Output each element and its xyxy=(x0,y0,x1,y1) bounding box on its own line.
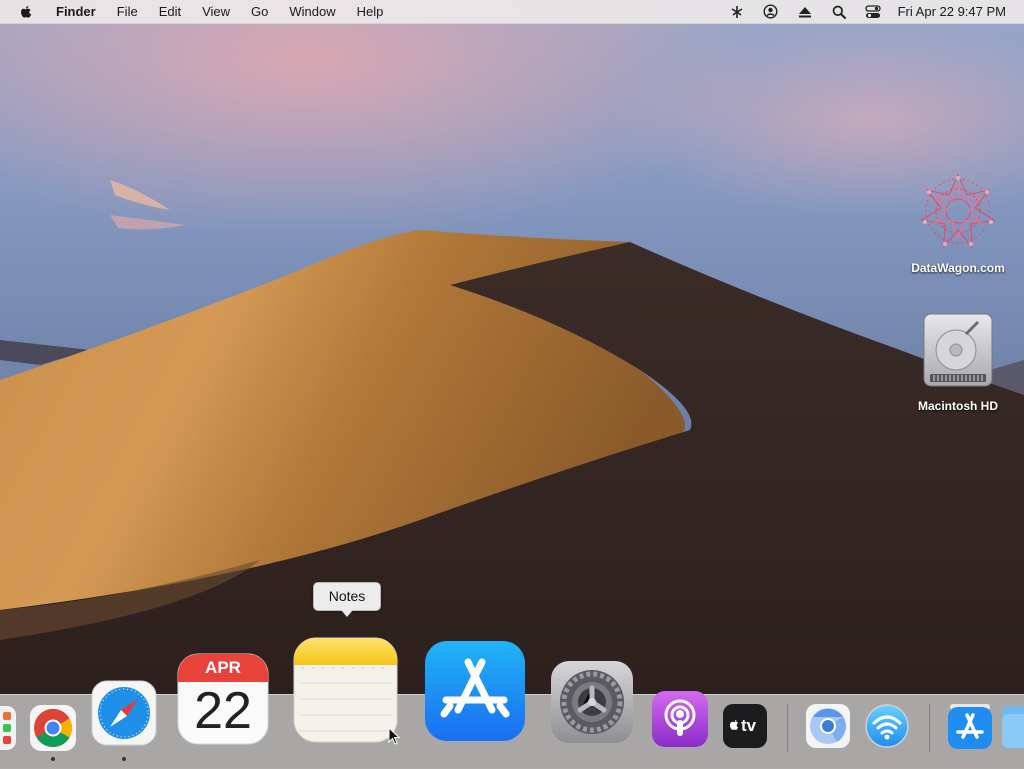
dock-app-calendar[interactable]: APR 22 xyxy=(177,653,269,750)
dock-app-podcasts[interactable] xyxy=(651,690,709,753)
system-preferences-icon xyxy=(551,661,633,743)
launchpad-icon xyxy=(0,706,16,750)
folder-icon xyxy=(1002,706,1024,748)
running-indicator xyxy=(51,757,55,761)
desktop-item-label: Macintosh HD xyxy=(917,399,998,413)
dock-app-chromium[interactable] xyxy=(805,703,851,754)
app-store-icon xyxy=(948,704,992,749)
dock-app-chrome[interactable] xyxy=(29,704,77,757)
dock-app-apple-tv[interactable]: tv xyxy=(722,703,768,754)
dock-app-wireless-diagnostics[interactable] xyxy=(864,703,910,754)
dock-app-safari[interactable] xyxy=(91,680,157,751)
menu-help[interactable]: Help xyxy=(346,0,394,23)
menu-window[interactable]: Window xyxy=(279,0,346,23)
search-icon[interactable] xyxy=(831,4,847,20)
apple-menu-icon[interactable] xyxy=(18,4,34,20)
hard-drive-icon xyxy=(923,313,993,387)
menu-clock[interactable]: Fri Apr 22 9:47 PM xyxy=(898,4,1006,19)
safari-icon xyxy=(91,680,157,746)
dock-tooltip: Notes xyxy=(313,582,381,617)
dock-app-launchpad[interactable] xyxy=(0,706,18,755)
datawagon-icon xyxy=(920,173,996,249)
notes-icon xyxy=(293,637,398,743)
desktop-item-macintosh-hd[interactable]: Macintosh HD xyxy=(903,312,1013,413)
network-icon[interactable] xyxy=(729,4,745,20)
eject-icon[interactable] xyxy=(797,4,813,20)
menu-go[interactable]: Go xyxy=(241,0,279,23)
user-icon[interactable] xyxy=(763,4,779,20)
menu-file[interactable]: File xyxy=(106,0,148,23)
menu-edit[interactable]: Edit xyxy=(148,0,191,23)
control-center-icon[interactable] xyxy=(864,4,881,20)
mouse-cursor-icon xyxy=(388,727,400,745)
apple-tv-label: tv xyxy=(741,716,757,735)
podcasts-icon xyxy=(652,691,708,747)
dock-app-app-store[interactable] xyxy=(424,640,526,747)
calendar-month: APR xyxy=(205,658,241,677)
chromium-icon xyxy=(806,704,850,748)
dock-divider xyxy=(787,704,788,752)
dock-app-system-preferences[interactable] xyxy=(550,660,634,749)
desktop-item-datawagon[interactable]: DataWagon.com xyxy=(903,170,1013,275)
chrome-icon xyxy=(30,705,76,751)
menu-view[interactable]: View xyxy=(192,0,241,23)
menu-bar: Finder File Edit View Go Window Help Fri… xyxy=(0,0,1024,24)
dock-app-folder[interactable] xyxy=(1002,706,1024,753)
running-indicator xyxy=(122,757,126,761)
calendar-day: 22 xyxy=(194,682,252,740)
menu-app-name[interactable]: Finder xyxy=(48,0,106,23)
desktop-item-label: DataWagon.com xyxy=(911,261,1005,275)
dock-divider xyxy=(929,704,930,752)
app-store-icon xyxy=(425,641,525,741)
dock-app-notes[interactable] xyxy=(293,637,398,748)
wifi-icon xyxy=(865,704,909,748)
dock-app-downloads-stack[interactable] xyxy=(947,703,993,754)
